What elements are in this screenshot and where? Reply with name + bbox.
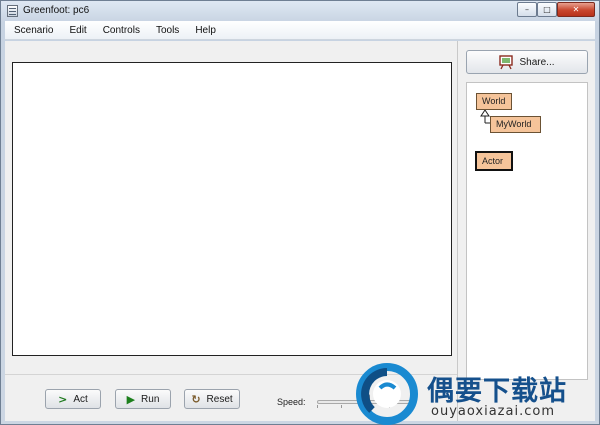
watermark-logo-icon bbox=[356, 363, 418, 425]
menu-bar: Scenario Edit Controls Tools Help bbox=[5, 21, 595, 40]
menu-help[interactable]: Help bbox=[186, 21, 223, 39]
main-content: > Act ▶ Run ↻ Reset Speed: Share... Worl… bbox=[5, 41, 595, 421]
world-canvas[interactable] bbox=[12, 62, 452, 356]
class-actor[interactable]: Actor bbox=[475, 151, 513, 171]
maximize-button[interactable]: □ bbox=[537, 2, 557, 17]
watermark-site-name: 偶要下载站 bbox=[427, 376, 567, 407]
watermark-url: ouyaoxiazai.com bbox=[431, 404, 555, 419]
class-world[interactable]: World bbox=[476, 93, 512, 110]
run-button-label: Run bbox=[141, 393, 160, 405]
class-panel: Share... World MyWorld Actor bbox=[457, 41, 595, 421]
act-button[interactable]: > Act bbox=[45, 389, 101, 409]
class-myworld[interactable]: MyWorld bbox=[490, 116, 541, 133]
share-button-label: Share... bbox=[519, 56, 555, 68]
close-button[interactable]: ✕ bbox=[557, 2, 595, 17]
share-button[interactable]: Share... bbox=[466, 50, 588, 74]
title-bar: Greenfoot: pc6 – □ ✕ bbox=[1, 1, 599, 21]
minimize-button[interactable]: – bbox=[517, 2, 537, 17]
speed-label: Speed: bbox=[277, 397, 306, 407]
greenfoot-window: Greenfoot: pc6 – □ ✕ Scenario Edit Contr… bbox=[0, 0, 600, 425]
menu-scenario[interactable]: Scenario bbox=[5, 21, 60, 39]
reset-circular-arrow-icon: ↻ bbox=[191, 392, 201, 406]
reset-button-label: Reset bbox=[206, 393, 233, 405]
play-triangle-icon: ▶ bbox=[126, 392, 136, 406]
act-button-label: Act bbox=[73, 393, 88, 405]
menu-controls[interactable]: Controls bbox=[94, 21, 147, 39]
share-easel-icon bbox=[499, 54, 514, 69]
class-diagram: World MyWorld Actor bbox=[466, 82, 588, 380]
run-button[interactable]: ▶ Run bbox=[115, 389, 171, 409]
menu-edit[interactable]: Edit bbox=[60, 21, 93, 39]
menu-tools[interactable]: Tools bbox=[147, 21, 186, 39]
act-arrow-icon: > bbox=[58, 392, 68, 406]
app-window-icon bbox=[7, 5, 18, 17]
reset-button[interactable]: ↻ Reset bbox=[184, 389, 240, 409]
window-title: Greenfoot: pc6 bbox=[23, 5, 90, 16]
